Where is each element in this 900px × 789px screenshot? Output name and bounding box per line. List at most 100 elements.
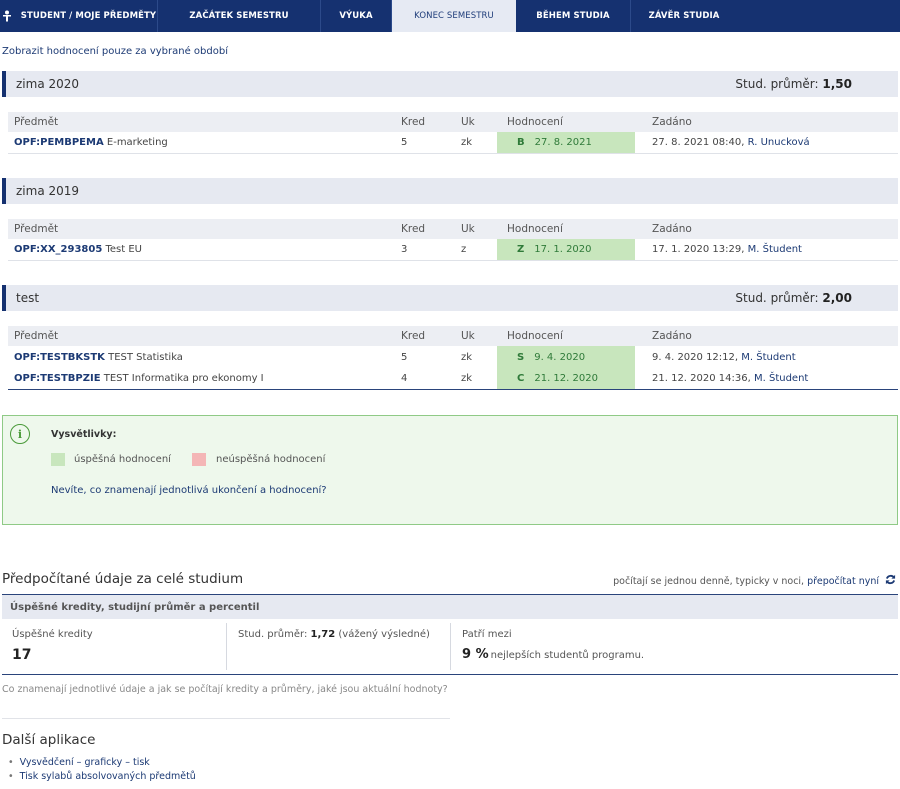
list-item: Vysvědčení – graficky – tisk bbox=[8, 756, 196, 770]
precomputed-footnote[interactable]: Co znamenají jednotlivé údaje a jak se p… bbox=[2, 684, 448, 695]
nav-study-end[interactable]: ZÁVĚR STUDIA bbox=[631, 0, 737, 32]
nav-semester-end[interactable]: KONEC SEMESTRU bbox=[392, 0, 516, 32]
semester-average-value: 2,00 bbox=[822, 291, 852, 305]
legend-help-link[interactable]: Nevíte, co znamenají jednotlivá ukončení… bbox=[51, 485, 327, 496]
grades-table: Předmět Kred Uk Hodnocení Zadáno OPF:PEM… bbox=[8, 112, 898, 154]
info-icon: i bbox=[10, 424, 30, 444]
success-swatch bbox=[51, 453, 65, 466]
assigned-person-link[interactable]: R. Unucková bbox=[748, 137, 810, 148]
subject-name: E-marketing bbox=[106, 137, 168, 148]
stats-row: Úspěšné kredity 17 Stud. průměr: 1,72 (v… bbox=[2, 623, 898, 675]
semester-average-label: Stud. průměr: bbox=[735, 77, 819, 91]
subject-cell: OPF:TESTBPZIE TEST Informatika pro ekono… bbox=[14, 368, 264, 389]
student-icon bbox=[1, 10, 13, 22]
average-suffix: (vážený výsledné) bbox=[338, 629, 430, 640]
grades-table: Předmět Kred Uk Hodnocení Zadáno OPF:TES… bbox=[8, 326, 898, 390]
subject-code-link[interactable]: OPF:TESTBPZIE bbox=[14, 373, 101, 384]
completion-value: z bbox=[461, 244, 467, 255]
divider bbox=[2, 718, 450, 719]
col-credits: Kred bbox=[401, 116, 426, 128]
nav-label: ZAČÁTEK SEMESTRU bbox=[189, 11, 289, 21]
legend-box: i Vysvětlivky: úspěšná hodnocení neúspěš… bbox=[2, 415, 898, 525]
subject-cell: OPF:XX_293805 Test EU bbox=[14, 239, 142, 260]
apps-list: Vysvědčení – graficky – tisk Tisk sylabů… bbox=[8, 756, 196, 784]
assigned-person-link[interactable]: M. Študent bbox=[741, 352, 795, 363]
assigned-datetime: 21. 12. 2020 14:36, bbox=[652, 373, 751, 384]
precomputed-title: Předpočítané údaje za celé studium bbox=[2, 571, 244, 587]
subject-code-link[interactable]: OPF:PEMBPEMA bbox=[14, 137, 104, 148]
nav-teaching[interactable]: VÝUKA bbox=[321, 0, 392, 32]
credits-label: Úspěšné kredity bbox=[12, 629, 93, 640]
col-credits: Kred bbox=[401, 330, 426, 342]
col-subject: Předmět bbox=[14, 223, 59, 235]
col-grade: Hodnocení bbox=[507, 330, 563, 342]
subject-code-link[interactable]: OPF:TESTBKSTK bbox=[14, 352, 105, 363]
app-link-syllabi[interactable]: Tisk sylabů absolvovaných předmětů bbox=[20, 771, 196, 782]
col-assigned: Zadáno bbox=[652, 223, 692, 235]
success-label: úspěšná hodnocení bbox=[74, 454, 171, 465]
completion-value: zk bbox=[461, 351, 473, 363]
assigned-datetime: 17. 1. 2020 13:29, bbox=[652, 244, 745, 255]
credits-value: 4 bbox=[401, 373, 408, 384]
legend-title: Vysvětlivky: bbox=[51, 429, 117, 440]
semester-title: zima 2019 bbox=[16, 184, 80, 198]
subject-cell: OPF:PEMBPEMA E-marketing bbox=[14, 132, 168, 153]
nav-student-my-subjects[interactable]: STUDENT / MOJE PŘEDMĚTY bbox=[0, 0, 158, 32]
recalculate-link[interactable]: přepočítat nyní bbox=[807, 576, 879, 587]
precomputed-subheader: Úspěšné kredity, studijní průměr a perce… bbox=[2, 595, 898, 619]
col-completion: Uk bbox=[461, 330, 475, 342]
assigned-person-link[interactable]: M. Študent bbox=[754, 373, 808, 384]
grade-cell: S 9. 4. 2020 bbox=[497, 346, 635, 368]
assigned-cell: 17. 1. 2020 13:29, M. Študent bbox=[652, 239, 802, 260]
table-header: Předmět Kred Uk Hodnocení Zadáno bbox=[8, 326, 898, 346]
col-assigned: Zadáno bbox=[652, 330, 692, 342]
semester-average-label: Stud. průměr: bbox=[735, 291, 819, 305]
subject-name: Test EU bbox=[105, 244, 142, 255]
grade-letter: C bbox=[517, 373, 525, 384]
completion-value: zk bbox=[461, 137, 473, 148]
percentile-suffix: nejlepších studentů programu. bbox=[490, 650, 645, 661]
grades-table: Předmět Kred Uk Hodnocení Zadáno OPF:XX_… bbox=[8, 219, 898, 261]
credits-value: 5 bbox=[401, 137, 408, 148]
credits-value: 17 bbox=[12, 647, 32, 663]
subject-name: TEST Statistika bbox=[108, 351, 183, 363]
semester-header: zima 2020 Stud. průměr: 1,50 bbox=[2, 71, 898, 97]
refresh-icon[interactable] bbox=[885, 574, 896, 588]
table-header: Předmět Kred Uk Hodnocení Zadáno bbox=[8, 219, 898, 239]
semester-average-value: 1,50 bbox=[822, 77, 852, 91]
semester-accent-bar bbox=[2, 285, 6, 311]
table-header: Předmět Kred Uk Hodnocení Zadáno bbox=[8, 112, 898, 132]
nav-label: BĚHEM STUDIA bbox=[536, 11, 610, 21]
semester-accent-bar bbox=[2, 71, 6, 97]
col-grade: Hodnocení bbox=[507, 223, 563, 235]
average-label: Stud. průměr: 1,72 (vážený výsledné) bbox=[238, 629, 430, 640]
precomputed-note: počítají se jednou denně, typicky v noci… bbox=[613, 574, 896, 588]
assigned-datetime: 27. 8. 2021 08:40, bbox=[652, 137, 745, 148]
assigned-cell: 27. 8. 2021 08:40, R. Unucková bbox=[652, 132, 810, 153]
grade-cell: B 27. 8. 2021 bbox=[497, 132, 635, 153]
semester-accent-bar bbox=[2, 178, 6, 204]
grade-cell: C 21. 12. 2020 bbox=[497, 368, 635, 389]
assigned-datetime: 9. 4. 2020 12:12, bbox=[652, 351, 739, 363]
percentile-value: 9 % bbox=[462, 647, 489, 662]
filter-period-link[interactable]: Zobrazit hodnocení pouze za vybrané obdo… bbox=[2, 46, 228, 57]
col-subject: Předmět bbox=[14, 330, 59, 342]
average-stat: Stud. průměr: 1,72 (vážený výsledné) bbox=[228, 623, 451, 670]
app-link-certificate[interactable]: Vysvědčení – graficky – tisk bbox=[20, 757, 150, 768]
nav-semester-start[interactable]: ZAČÁTEK SEMESTRU bbox=[158, 0, 321, 32]
semester-header: zima 2019 bbox=[2, 178, 898, 204]
table-row: OPF:TESTBPZIE TEST Informatika pro ekono… bbox=[8, 368, 898, 390]
precomputed-note-text: počítají se jednou denně, typicky v noci… bbox=[613, 575, 805, 587]
nav-label: KONEC SEMESTRU bbox=[414, 11, 494, 21]
col-subject: Předmět bbox=[14, 116, 59, 128]
assigned-person-link[interactable]: M. Študent bbox=[748, 244, 802, 255]
nav-during-study[interactable]: BĚHEM STUDIA bbox=[516, 0, 631, 32]
subject-name: TEST Informatika pro ekonomy I bbox=[103, 373, 264, 384]
grade-date: 21. 12. 2020 bbox=[534, 373, 598, 384]
percentile-label: Patří mezi bbox=[462, 629, 512, 640]
subject-code-link[interactable]: OPF:XX_293805 bbox=[14, 244, 102, 255]
credits-value: 5 bbox=[401, 351, 408, 363]
table-row: OPF:PEMBPEMA E-marketing 5 zk B 27. 8. 20… bbox=[8, 132, 898, 154]
grade-letter: Z bbox=[517, 244, 525, 255]
list-item: Tisk sylabů absolvovaných předmětů bbox=[8, 770, 196, 784]
